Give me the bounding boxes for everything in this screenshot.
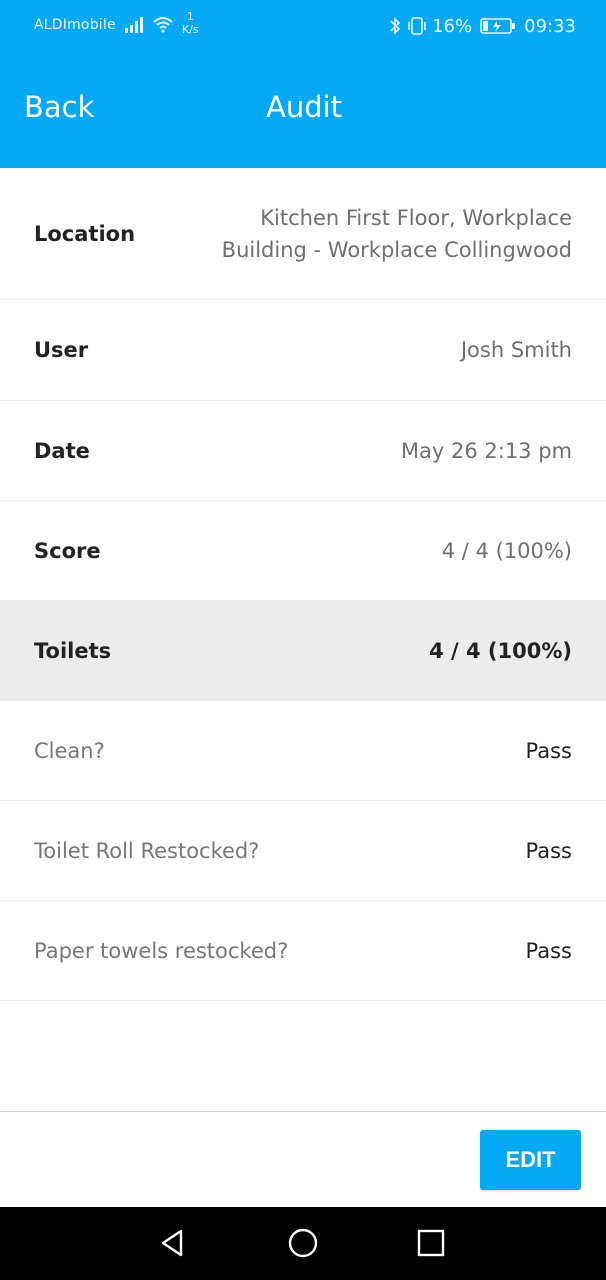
status-right-group: 16% 09:33 xyxy=(388,14,576,38)
score-value: 4 / 4 (100%) xyxy=(441,538,572,563)
score-label: Score xyxy=(34,538,101,563)
nav-recents-icon[interactable] xyxy=(415,1227,447,1259)
checklist-item: Paper towels restocked? Pass xyxy=(0,901,606,1001)
user-label: User xyxy=(34,338,89,362)
network-speed-unit: K/s xyxy=(182,23,199,36)
checklist-result: Pass xyxy=(525,738,572,763)
action-footer: EDIT xyxy=(0,1111,606,1207)
section-score: 4 / 4 (100%) xyxy=(429,639,572,663)
bluetooth-icon xyxy=(390,17,401,35)
back-button[interactable]: Back xyxy=(24,90,94,124)
location-row: Location Kitchen First Floor, Workplace … xyxy=(0,168,606,300)
wifi-icon xyxy=(153,17,173,33)
checklist-question: Clean? xyxy=(34,738,105,763)
signal-icon xyxy=(125,17,143,33)
user-row: User Josh Smith xyxy=(0,300,606,401)
user-value: Josh Smith xyxy=(460,338,572,362)
checklist-result: Pass xyxy=(525,938,572,963)
checklist-item: Clean? Pass xyxy=(0,701,606,801)
carrier-name: ALDImobile xyxy=(34,17,116,33)
date-row: Date May 26 2:13 pm xyxy=(0,401,606,501)
date-value: May 26 2:13 pm xyxy=(400,438,572,463)
location-value: Kitchen First Floor, Workplace Building … xyxy=(221,205,572,262)
checklist-item: Toilet Roll Restocked? Pass xyxy=(0,801,606,901)
network-speed: 1 K/s xyxy=(182,10,199,36)
checklist-question: Paper towels restocked? xyxy=(34,938,289,963)
battery-percent: 16% xyxy=(432,15,473,37)
vibrate-icon xyxy=(408,17,426,35)
network-speed-value: 1 xyxy=(186,10,194,23)
nav-home-icon[interactable] xyxy=(287,1227,319,1259)
app-header: Back Audit xyxy=(0,52,606,168)
score-row: Score 4 / 4 (100%) xyxy=(0,501,606,601)
system-nav-bar xyxy=(0,1207,606,1280)
clock: 09:33 xyxy=(524,15,576,37)
date-label: Date xyxy=(34,438,90,463)
section-header-toilets: Toilets 4 / 4 (100%) xyxy=(0,601,606,701)
status-bar: ALDImobile 1 K/s 16% 09:33 xyxy=(0,0,606,52)
checklist-result: Pass xyxy=(525,838,572,863)
section-name: Toilets xyxy=(34,639,112,663)
edit-button[interactable]: EDIT xyxy=(480,1130,581,1190)
nav-back-icon[interactable] xyxy=(157,1227,189,1259)
location-label: Location xyxy=(34,221,136,246)
checklist-question: Toilet Roll Restocked? xyxy=(34,838,260,863)
battery-charging-icon xyxy=(480,18,516,34)
page-title: Audit xyxy=(266,90,343,124)
